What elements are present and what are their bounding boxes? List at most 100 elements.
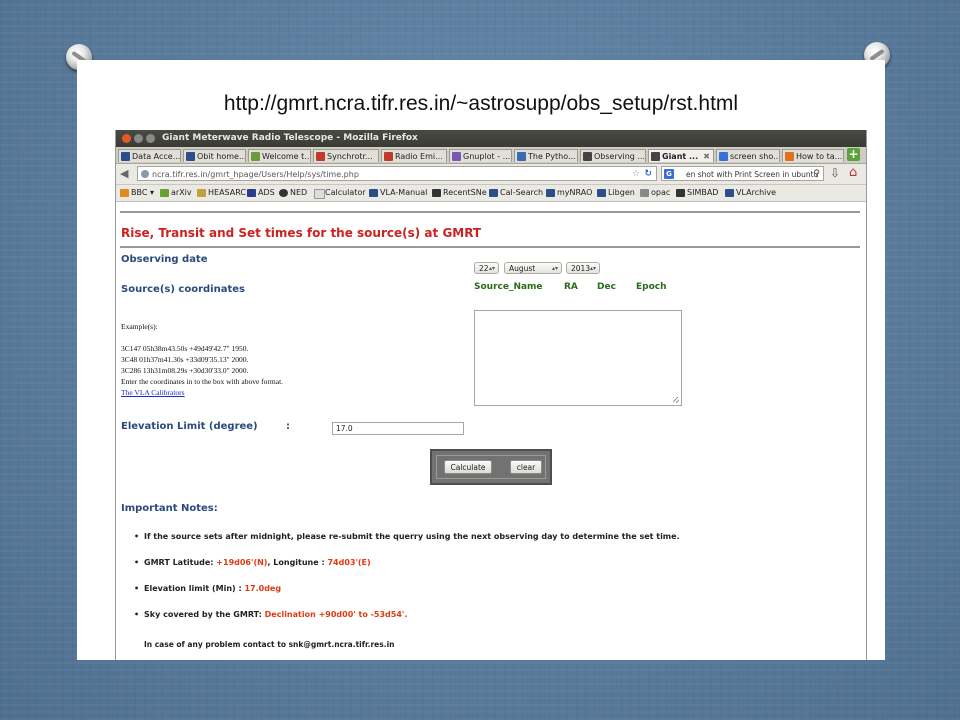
- elevation-limit-label: Elevation Limit (degree): [121, 421, 258, 432]
- day-select[interactable]: 22 ▴▾: [474, 262, 499, 274]
- resize-grip-icon[interactable]: [673, 397, 679, 403]
- bookmark-simbad[interactable]: SIMBAD: [676, 185, 718, 201]
- back-arrow-icon[interactable]: ◀: [120, 167, 128, 181]
- tab-gnuplot[interactable]: Gnuplot - ...: [449, 149, 512, 162]
- bookmark-heasarc[interactable]: HEASARC: [197, 185, 246, 201]
- tab-how-to[interactable]: How to ta...: [782, 149, 844, 162]
- month-select[interactable]: August ▴▾: [504, 262, 562, 274]
- google-search-engine-icon[interactable]: G: [664, 169, 674, 179]
- ned-icon: [279, 189, 288, 197]
- bookmark-vla-manual[interactable]: VLA-Manual: [369, 185, 427, 201]
- bookmark-vlarchive[interactable]: VLArchive: [725, 185, 776, 201]
- clear-button[interactable]: clear: [510, 460, 542, 474]
- bookmark-cal-search[interactable]: Cal-Search: [489, 185, 543, 201]
- tab-radio-emission[interactable]: Radio Emi...: [381, 149, 447, 162]
- bookmark-bbc[interactable]: BBC ▾: [120, 185, 154, 201]
- tab-favicon-icon: [583, 152, 592, 161]
- new-tab-plus-icon[interactable]: +: [847, 148, 860, 161]
- tab-bar: Data Acce... Obit home... Welcome t... S…: [116, 147, 866, 164]
- year-select[interactable]: 2013 ▴▾: [566, 262, 600, 274]
- note-latitude-value: +19d06'(N): [216, 558, 268, 567]
- tab-favicon-icon: [186, 152, 195, 161]
- vla-calibrators-link[interactable]: The VLA Calibrators: [121, 388, 185, 397]
- note-item: • GMRT Latitude: +19d06'(N), Longitune : …: [134, 558, 371, 567]
- maximize-window-icon[interactable]: [146, 134, 155, 143]
- tab-favicon-icon: [651, 152, 660, 161]
- note-item: • Elevation limit (Min) : 17.0deg: [134, 584, 281, 593]
- note-text: , Longitune :: [267, 558, 328, 567]
- calculate-button[interactable]: Calculate: [444, 460, 492, 474]
- tab-python[interactable]: The Pytho...: [514, 149, 578, 162]
- select-arrows-icon: ▴▾: [488, 265, 495, 272]
- libgen-icon: [597, 189, 606, 197]
- bookmark-label: ADS: [258, 188, 275, 197]
- bookmark-label: HEASARC: [208, 188, 246, 197]
- tab-observing[interactable]: Observing ...: [580, 149, 646, 162]
- coordinates-textarea[interactable]: [474, 310, 682, 406]
- tab-close-icon[interactable]: ✖: [703, 150, 710, 162]
- search-box[interactable]: G en shot with Print Screen in ubuntu ⚲: [661, 166, 824, 181]
- search-magnifier-icon[interactable]: ⚲: [813, 167, 820, 180]
- note-longitude-value: 74d03'(E): [327, 558, 371, 567]
- bookmark-label: SIMBAD: [687, 188, 719, 197]
- bookmark-label: BBC: [131, 188, 148, 197]
- minimize-window-icon[interactable]: [134, 134, 143, 143]
- tab-label: screen sho...: [730, 152, 780, 161]
- contact-line: In case of any problem contact to snk@gm…: [144, 640, 395, 649]
- bullet-icon: •: [134, 584, 140, 593]
- bookmark-mynrao[interactable]: myNRAO: [546, 185, 592, 201]
- bookmark-libgen[interactable]: Libgen: [597, 185, 635, 201]
- browser-window: Giant Meterwave Radio Telescope - Mozill…: [115, 130, 867, 660]
- tab-screen-shot[interactable]: screen sho...: [716, 149, 780, 162]
- column-header-ra: RA: [564, 282, 578, 292]
- column-header-dec: Dec: [597, 282, 616, 292]
- tab-obit-home[interactable]: Obit home...: [183, 149, 246, 162]
- tab-favicon-icon: [316, 152, 325, 161]
- nrao-icon: [489, 189, 498, 197]
- tab-welcome[interactable]: Welcome t...: [248, 149, 311, 162]
- bookmark-ads[interactable]: ADS: [247, 185, 275, 201]
- day-value: 22: [479, 264, 489, 273]
- bookmark-star-icon[interactable]: ☆: [632, 167, 640, 182]
- tab-label: Observing ...: [594, 152, 646, 161]
- nrao-icon: [725, 189, 734, 197]
- bookmark-calculator[interactable]: Calculator: [314, 185, 366, 201]
- tab-label: Gnuplot - ...: [463, 152, 511, 161]
- note-text: If the source sets after midnight, pleas…: [144, 532, 680, 541]
- site-identity-icon[interactable]: [141, 170, 149, 178]
- tab-favicon-icon: [384, 152, 393, 161]
- note-item: • Sky covered by the GMRT: Declination +9…: [134, 610, 407, 619]
- bullet-icon: •: [134, 558, 140, 567]
- example-line: 3C147 05h38m43.50s +49d49'42.7" 1950.: [121, 344, 249, 353]
- slide-url-caption: http://gmrt.ncra.tifr.res.in/~astrosupp/…: [223, 92, 739, 115]
- home-icon[interactable]: ⌂: [849, 165, 857, 180]
- rss-feed-icon: [120, 189, 129, 197]
- month-value: August: [509, 264, 536, 273]
- observing-date-label: Observing date: [121, 254, 208, 265]
- bookmark-recentsne[interactable]: RecentSNe: [432, 185, 487, 201]
- bookmark-arxiv[interactable]: arXiv: [160, 185, 192, 201]
- bookmark-ned[interactable]: NED: [279, 185, 307, 201]
- bookmark-opac[interactable]: opac: [640, 185, 670, 201]
- tab-favicon-icon: [719, 152, 728, 161]
- address-bar[interactable]: ncra.tifr.res.in/gmrt_hpage/Users/Help/s…: [137, 166, 657, 181]
- example-instruction: Enter the coordinates in to the box with…: [121, 377, 284, 386]
- year-value: 2013: [571, 264, 591, 273]
- reload-icon[interactable]: ↻: [644, 167, 652, 182]
- example-line: 3C286 13h31m08.29s +30d30'33.0" 2000.: [121, 366, 249, 375]
- slide: http://gmrt.ncra.tifr.res.in/~astrosupp/…: [77, 60, 885, 660]
- calculator-icon: [314, 189, 325, 199]
- elevation-limit-input[interactable]: 17.0: [332, 422, 464, 435]
- bookmark-label: myNRAO: [557, 188, 593, 197]
- ads-icon: [247, 189, 256, 197]
- important-notes-heading: Important Notes:: [121, 503, 218, 514]
- downloads-arrow-icon[interactable]: ⇩: [830, 166, 840, 180]
- note-elevation-value: 17.0deg: [244, 584, 282, 593]
- tab-favicon-icon: [452, 152, 461, 161]
- tab-giant-active[interactable]: Giant ... ✖: [648, 149, 714, 162]
- tab-data-access[interactable]: Data Acce...: [118, 149, 181, 162]
- note-item: • If the source sets after midnight, plea…: [134, 532, 680, 541]
- close-window-icon[interactable]: [122, 134, 131, 143]
- select-arrows-icon: ▴▾: [551, 265, 558, 272]
- tab-synchrotron[interactable]: Synchrotr...: [313, 149, 379, 162]
